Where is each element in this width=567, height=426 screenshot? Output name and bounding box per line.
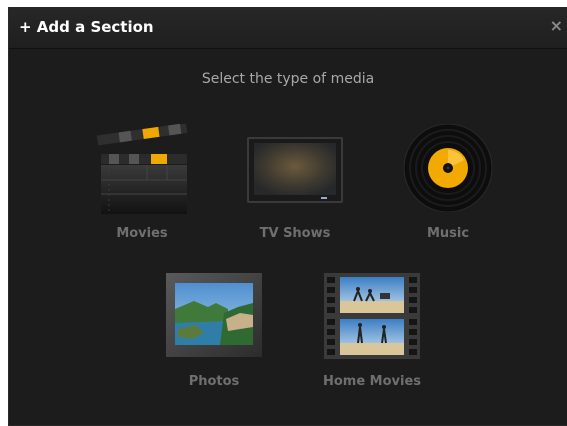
media-type-label: TV Shows	[259, 226, 331, 241]
media-type-music[interactable]: Music	[401, 124, 495, 241]
photo-icon	[166, 273, 262, 357]
close-button[interactable]: ×	[550, 17, 563, 35]
media-type-tv-shows[interactable]: TV Shows	[247, 137, 343, 241]
media-type-label: Music	[426, 226, 470, 241]
media-type-home-movies[interactable]: Home Movies	[323, 273, 421, 391]
media-type-heading: Select the type of media	[201, 71, 375, 87]
television-icon	[247, 137, 343, 203]
clapperboard-icon	[96, 124, 188, 214]
media-type-photos[interactable]: Photos	[166, 273, 262, 391]
add-section-dialog: + Add a Section × Select the type of med…	[8, 7, 567, 426]
media-type-label: Movies	[116, 226, 168, 241]
media-type-movies[interactable]: Movies	[95, 124, 189, 241]
vinyl-record-icon	[403, 124, 493, 212]
dialog-title: + Add a Section	[19, 18, 154, 36]
media-type-label: Home Movies	[322, 374, 422, 389]
media-type-label: Photos	[188, 374, 240, 389]
dialog-titlebar: + Add a Section ×	[9, 7, 567, 49]
film-strip-icon	[324, 273, 420, 359]
